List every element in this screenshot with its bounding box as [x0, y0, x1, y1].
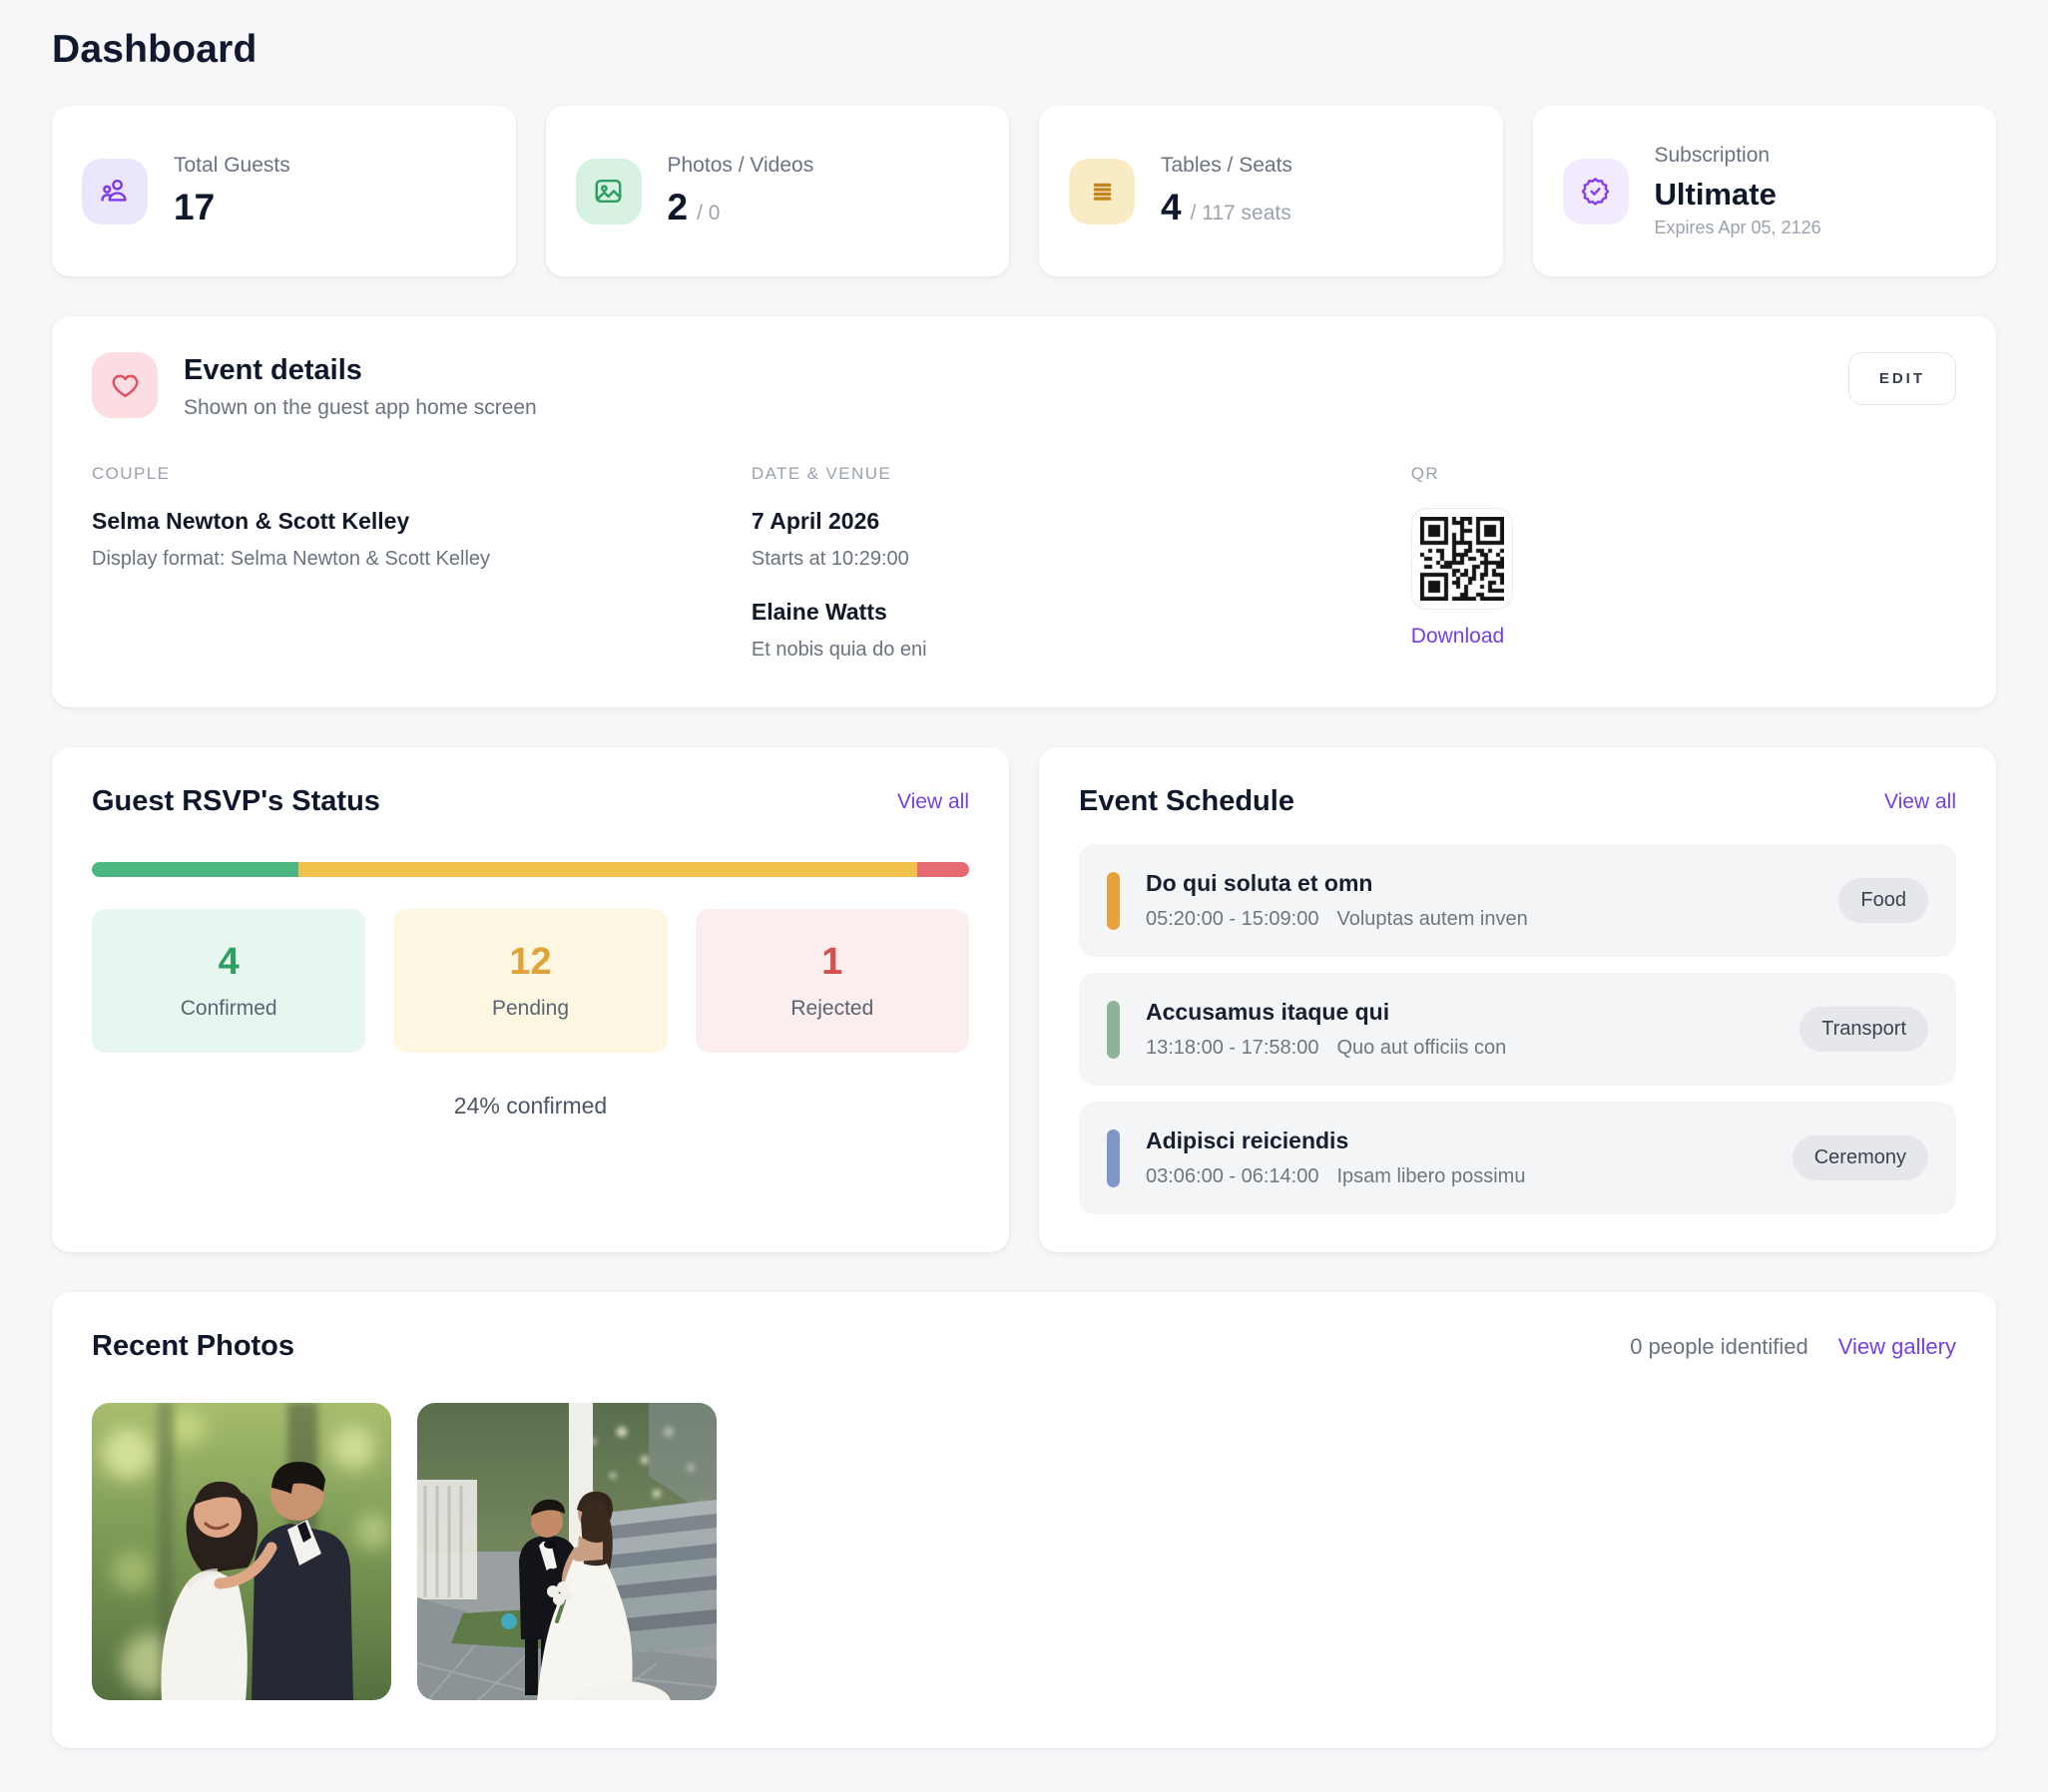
rsvp-card: Guest RSVP's Status View all 4 Confirmed…	[52, 747, 1009, 1252]
rejected-count: 1	[821, 941, 843, 983]
edit-button[interactable]: EDIT	[1847, 352, 1956, 405]
pending-count: 12	[509, 941, 552, 983]
rsvp-view-all-link[interactable]: View all	[897, 790, 969, 814]
stat-label: Subscription	[1654, 144, 1771, 167]
schedule-item-desc: Voluptas autem inven	[1336, 908, 1528, 930]
schedule-color-bar	[1107, 1000, 1120, 1059]
recent-photos-title: Recent Photos	[92, 1330, 295, 1362]
date-venue-section: DATE & VENUE 7 April 2026 Starts at 10:2…	[752, 464, 1411, 662]
stat-card-subscription: Subscription Ultimate Expires Apr 05, 21…	[1532, 106, 1996, 276]
schedule-item-time: 03:06:00 - 06:14:00	[1146, 1165, 1319, 1187]
photos-row	[92, 1403, 1956, 1700]
view-gallery-link[interactable]: View gallery	[1838, 1334, 1956, 1360]
recent-photo-couple-park[interactable]	[92, 1403, 391, 1700]
schedule-tag: Transport	[1799, 1007, 1928, 1052]
stat-value: 4	[1161, 187, 1182, 227]
schedule-color-bar	[1107, 1128, 1120, 1187]
rows-icon	[1069, 158, 1135, 224]
stat-label: Tables / Seats	[1161, 154, 1292, 177]
couple-heading: COUPLE	[92, 464, 171, 483]
progress-rejected-segment	[917, 862, 969, 877]
pending-tile: 12 Pending	[393, 909, 668, 1053]
schedule-tag: Food	[1838, 878, 1928, 923]
stats-row: Total Guests 17 Photos / Videos 2 / 0 Tab…	[52, 106, 1996, 276]
users-icon	[82, 158, 148, 224]
venue-note: Et nobis quia do eni	[751, 639, 927, 661]
event-start-time: Starts at 10:29:00	[751, 548, 909, 570]
couple-names: Selma Newton & Scott Kelley	[92, 508, 410, 534]
rejected-label: Rejected	[790, 997, 874, 1020]
schedule-view-all-link[interactable]: View all	[1884, 790, 1956, 814]
stat-value: 17	[174, 187, 216, 227]
schedule-item[interactable]: Adipisci reiciendis 03:06:00 - 06:14:00 …	[1079, 1102, 1956, 1214]
schedule-item-desc: Ipsam libero possimu	[1336, 1165, 1526, 1187]
schedule-card: Event Schedule View all Do qui soluta et…	[1039, 747, 1996, 1252]
qr-section: QR Download	[1410, 464, 1956, 662]
badge-check-icon	[1562, 158, 1629, 224]
rsvp-summary: 24% confirmed	[453, 1093, 608, 1119]
stat-label: Total Guests	[174, 154, 290, 177]
schedule-item-title: Adipisci reiciendis	[1146, 1127, 1349, 1153]
rejected-tile: 1 Rejected	[695, 909, 969, 1053]
middle-row: Guest RSVP's Status View all 4 Confirmed…	[52, 747, 1996, 1252]
progress-confirmed-segment	[92, 862, 298, 877]
schedule-title: Event Schedule	[1079, 785, 1294, 817]
stat-card-tables-seats: Tables / Seats 4 / 117 seats	[1039, 106, 1503, 276]
subscription-plan: Ultimate	[1654, 177, 1777, 212]
couple-section: COUPLE Selma Newton & Scott Kelley Displ…	[92, 464, 752, 662]
confirmed-count: 4	[218, 941, 240, 983]
people-identified-count: 0 people identified	[1630, 1333, 1808, 1359]
image-icon	[575, 158, 642, 224]
progress-pending-segment	[297, 862, 918, 877]
recent-photo-couple-steps[interactable]	[417, 1403, 717, 1700]
schedule-item-desc: Quo aut officiis con	[1336, 1037, 1507, 1059]
dashboard-page: Dashboard Total Guests 17 Photos / Video…	[0, 0, 2048, 1792]
schedule-tag: Ceremony	[1792, 1135, 1928, 1180]
qr-download-link[interactable]: Download	[1411, 625, 1504, 649]
pending-label: Pending	[491, 997, 570, 1020]
subscription-expiry: Expires Apr 05, 2126	[1654, 218, 1821, 237]
event-details-subtitle: Shown on the guest app home screen	[184, 396, 537, 419]
event-details-card: Event details Shown on the guest app hom…	[52, 316, 1996, 707]
qr-code-box	[1410, 508, 1513, 610]
schedule-item-title: Do qui soluta et omn	[1146, 870, 1373, 896]
schedule-item[interactable]: Do qui soluta et omn 05:20:00 - 15:09:00…	[1079, 844, 1956, 957]
qr-code	[1419, 517, 1504, 601]
qr-heading: QR	[1410, 464, 1440, 483]
date-venue-heading: DATE & VENUE	[751, 464, 892, 483]
recent-photos-card: Recent Photos 0 people identified View g…	[52, 1292, 1996, 1748]
rsvp-progress-bar	[92, 862, 969, 877]
stat-value: 2	[667, 187, 689, 227]
stat-card-total-guests: Total Guests 17	[52, 106, 516, 276]
stat-card-photos-videos: Photos / Videos 2 / 0	[545, 106, 1009, 276]
schedule-item-time: 05:20:00 - 15:09:00	[1146, 908, 1319, 930]
event-date: 7 April 2026	[751, 508, 880, 534]
page-title: Dashboard	[52, 28, 257, 71]
stat-label: Photos / Videos	[667, 154, 814, 177]
stat-suffix: / 117 seats	[1190, 202, 1291, 224]
stat-suffix: / 0	[697, 202, 721, 224]
couple-display-format: Display format: Selma Newton & Scott Kel…	[92, 548, 491, 570]
schedule-item[interactable]: Accusamus itaque qui 13:18:00 - 17:58:00…	[1079, 973, 1956, 1086]
venue-name: Elaine Watts	[751, 599, 887, 625]
heart-icon	[92, 352, 158, 418]
rsvp-title: Guest RSVP's Status	[92, 785, 380, 817]
schedule-color-bar	[1107, 871, 1120, 930]
confirmed-tile: 4 Confirmed	[92, 909, 366, 1053]
event-details-title: Event details	[184, 354, 362, 386]
schedule-item-title: Accusamus itaque qui	[1146, 999, 1390, 1025]
schedule-list: Do qui soluta et omn 05:20:00 - 15:09:00…	[1079, 844, 1956, 1214]
confirmed-label: Confirmed	[180, 997, 277, 1020]
schedule-item-time: 13:18:00 - 17:58:00	[1146, 1037, 1319, 1059]
